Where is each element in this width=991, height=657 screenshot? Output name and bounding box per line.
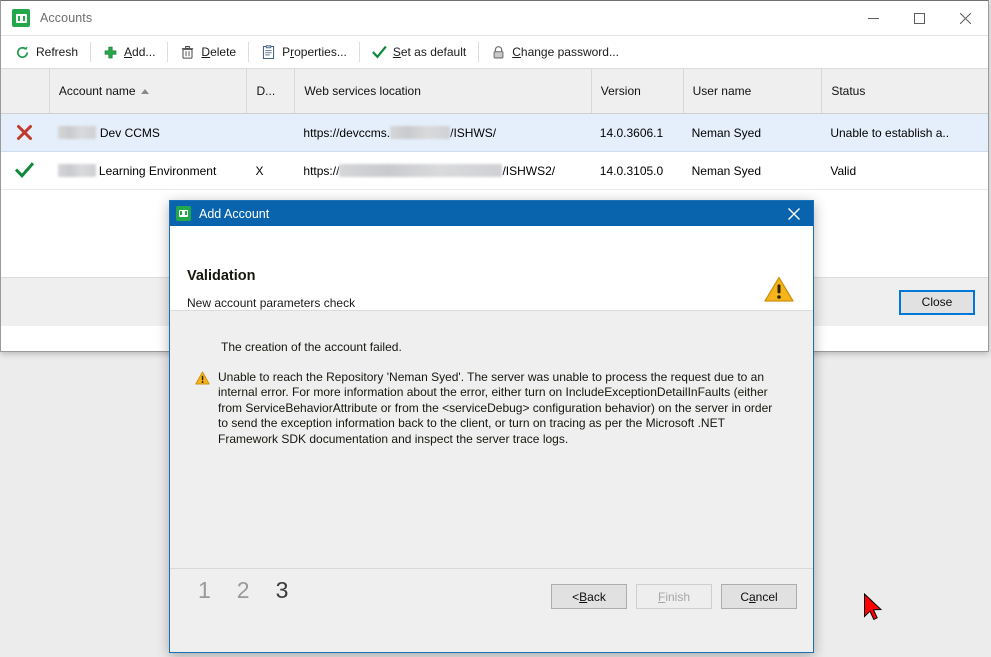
row-status-icon-cell — [1, 152, 49, 189]
window-titlebar: Accounts — [1, 1, 988, 35]
change-password-label: Change password... — [512, 45, 619, 59]
wizard-step-2: 2 — [237, 577, 250, 604]
redacted-text — [390, 126, 450, 139]
column-header-user-name[interactable]: User name — [683, 69, 822, 113]
sort-ascending-icon — [141, 89, 149, 94]
dialog-subheading: New account parameters check — [187, 296, 355, 310]
finish-button: Finish — [636, 584, 712, 609]
toolbar-separator — [478, 42, 479, 62]
delete-button[interactable]: Delete — [170, 39, 246, 65]
cell-d — [246, 114, 294, 151]
toolbar-separator — [167, 42, 168, 62]
back-button[interactable]: < Back — [551, 584, 627, 609]
wizard-steps: 1 2 3 — [198, 577, 288, 604]
cell-url-suffix: /ISHWS2/ — [502, 164, 555, 178]
cell-account-name: Learning Environment — [49, 152, 247, 189]
warning-triangle-icon — [764, 276, 794, 306]
dialog-close-icon[interactable] — [775, 201, 813, 226]
properties-button[interactable]: Properties... — [251, 39, 357, 65]
dialog-header: Validation New account parameters check — [170, 226, 813, 311]
dialog-heading: Validation — [187, 268, 256, 284]
column-header-icon[interactable] — [1, 69, 49, 113]
cell-status: Valid — [821, 152, 988, 189]
column-header-web-services-location[interactable]: Web services location — [294, 69, 590, 113]
error-x-icon — [16, 124, 33, 141]
refresh-label: Refresh — [36, 45, 78, 59]
column-header-account-name[interactable]: Account name — [49, 69, 247, 113]
table-row[interactable]: Dev CCMS https://devccms. /ISHWS/ 14.0.3… — [1, 114, 988, 152]
add-account-dialog: Add Account Validation New account param… — [169, 200, 814, 653]
window-title: Accounts — [40, 11, 92, 25]
toolbar-separator — [248, 42, 249, 62]
column-header-version[interactable]: Version — [591, 69, 683, 113]
dialog-body: The creation of the account failed. Unab… — [170, 311, 813, 627]
column-header-d-label: D... — [256, 84, 275, 98]
properties-label: Properties... — [282, 45, 347, 59]
dialog-footer: 1 2 3 < Back Finish Cancel — [170, 568, 813, 627]
toolbar-separator — [359, 42, 360, 62]
cancel-button[interactable]: Cancel — [721, 584, 797, 609]
wizard-step-1: 1 — [198, 577, 211, 604]
valid-check-icon — [15, 162, 34, 179]
close-button[interactable]: Close — [899, 290, 975, 315]
cell-url-suffix: /ISHWS/ — [450, 126, 496, 140]
cell-web-services-location: https:// /ISHWS2/ — [294, 152, 590, 189]
app-icon — [176, 206, 191, 221]
warning-triangle-icon — [195, 371, 210, 447]
checkmark-icon — [372, 45, 387, 60]
set-as-default-button[interactable]: Set as default — [362, 39, 476, 65]
column-header-status[interactable]: Status — [821, 69, 988, 113]
column-header-version-label: Version — [601, 84, 641, 98]
dialog-buttons: < Back Finish Cancel — [551, 584, 797, 609]
properties-icon — [261, 45, 276, 60]
error-message: Unable to reach the Repository 'Neman Sy… — [218, 370, 785, 447]
close-icon[interactable] — [942, 1, 988, 35]
lock-icon — [491, 45, 506, 60]
column-header-account-name-label: Account name — [59, 84, 136, 98]
cell-status: Unable to establish a.. — [821, 114, 988, 151]
dialog-title: Add Account — [199, 207, 269, 221]
cell-web-services-location: https://devccms. /ISHWS/ — [294, 114, 590, 151]
delete-label: Delete — [201, 45, 236, 59]
column-header-d[interactable]: D... — [246, 69, 294, 113]
wizard-step-3: 3 — [276, 577, 289, 604]
cell-account-name: Dev CCMS — [49, 114, 247, 151]
cell-user-name: Neman Syed — [683, 114, 822, 151]
cell-version: 14.0.3606.1 — [591, 114, 683, 151]
failure-summary: The creation of the account failed. — [221, 340, 402, 354]
add-plus-icon — [103, 45, 118, 60]
window-controls — [850, 1, 988, 35]
cell-account-name-text: Dev CCMS — [100, 126, 160, 140]
column-header-user-label: User name — [693, 84, 752, 98]
cell-d: X — [246, 152, 294, 189]
column-header-url-label: Web services location — [304, 84, 421, 98]
add-button[interactable]: Add... — [93, 39, 165, 65]
refresh-button[interactable]: Refresh — [5, 39, 88, 65]
row-status-icon-cell — [1, 114, 49, 151]
cell-url-prefix: https:// — [303, 164, 339, 178]
toolbar: Refresh Add... Delete — [1, 35, 988, 69]
redacted-text — [58, 126, 96, 139]
refresh-icon — [15, 45, 30, 60]
redacted-text — [339, 164, 502, 177]
dialog-titlebar: Add Account — [170, 201, 813, 226]
add-label: Add... — [124, 45, 155, 59]
toolbar-separator — [90, 42, 91, 62]
redacted-text — [58, 164, 96, 177]
trash-icon — [180, 45, 195, 60]
cell-url-prefix: https://devccms. — [303, 126, 390, 140]
change-password-button[interactable]: Change password... — [481, 39, 629, 65]
set-as-default-label: Set as default — [393, 45, 466, 59]
minimize-icon[interactable] — [850, 1, 896, 35]
table-row[interactable]: Learning Environment X https:// /ISHWS2/… — [1, 152, 988, 190]
cell-version: 14.0.3105.0 — [591, 152, 683, 189]
grid-header: Account name D... Web services location … — [1, 69, 988, 114]
maximize-icon[interactable] — [896, 1, 942, 35]
error-block: Unable to reach the Repository 'Neman Sy… — [195, 370, 785, 447]
cell-account-name-text: Learning Environment — [99, 164, 216, 178]
column-header-status-label: Status — [831, 84, 865, 98]
app-icon — [12, 9, 30, 27]
cell-user-name: Neman Syed — [683, 152, 822, 189]
